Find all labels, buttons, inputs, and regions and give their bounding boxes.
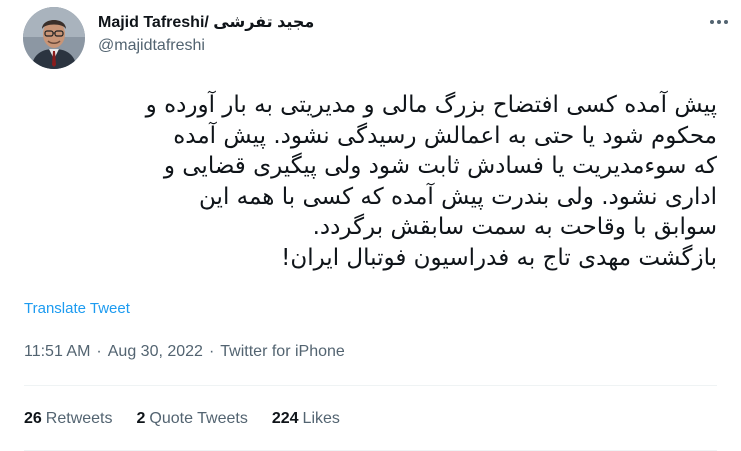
- retweets-label: Retweets: [45, 410, 113, 427]
- profile-photo: [23, 7, 85, 69]
- tweet-meta: 11:51 AM · Aug 30, 2022 · Twitter for iPhone: [24, 343, 345, 361]
- tweet-line: اداری نشود. ولی بندرت پیش آمده که کسی با…: [199, 183, 717, 210]
- meta-separator: ·: [96, 343, 102, 360]
- tweet-line: سوابق با وقاحت به سمت سابقش برگردد.: [312, 214, 717, 240]
- more-options-button[interactable]: [702, 9, 736, 35]
- tweet-text: پیش آمده کسی افتضاح بزرگ مالی و مدیریتی …: [24, 90, 717, 273]
- tweet-stats: 26 Retweets 2 Quote Tweets 224 Likes: [24, 410, 340, 428]
- tweet-line: محکوم شود یا حتی به اعمالش رسیدگی نشود. …: [173, 122, 717, 149]
- retweets-count: 26: [24, 410, 42, 427]
- translate-tweet-link[interactable]: Translate Tweet: [24, 300, 130, 317]
- quote-tweets-count: 2: [136, 410, 146, 427]
- tweet-line: که سوءمدیریت یا فسادش ثابت شود ولی پیگیر…: [163, 153, 717, 179]
- likes-stat[interactable]: 224 Likes: [272, 410, 340, 428]
- likes-count: 224: [271, 410, 299, 427]
- more-options-icon: [710, 20, 728, 24]
- tweet-line: بازگشت مهدی تاج به فدراسیون فوتبال ایران…: [281, 244, 717, 271]
- tweet-time[interactable]: 11:51 AM: [24, 343, 90, 360]
- tweet-date[interactable]: Aug 30, 2022: [108, 343, 203, 360]
- tweet-source[interactable]: Twitter for iPhone: [220, 343, 345, 360]
- retweets-stat[interactable]: 26 Retweets: [24, 410, 113, 428]
- avatar[interactable]: [23, 7, 85, 69]
- divider: [24, 385, 717, 386]
- author-display-name[interactable]: Majid Tafreshi/ مجید تفرشی: [98, 12, 314, 32]
- meta-separator: ·: [208, 343, 215, 360]
- likes-label: Likes: [302, 410, 340, 427]
- author-handle[interactable]: @majidtafreshi: [98, 37, 205, 55]
- quote-tweets-stat[interactable]: 2 Quote Tweets: [137, 410, 248, 428]
- tweet-line: پیش آمده کسی افتضاح بزرگ مالی و مدیریتی …: [145, 92, 717, 118]
- quote-tweets-label: Quote Tweets: [149, 410, 248, 427]
